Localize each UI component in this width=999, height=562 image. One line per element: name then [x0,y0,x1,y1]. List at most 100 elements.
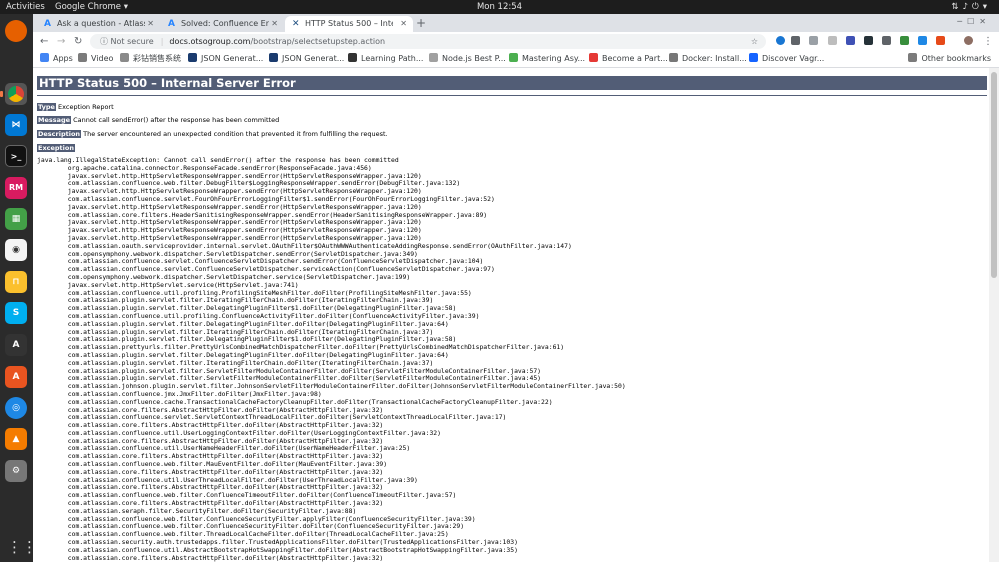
bookmark-docker[interactable]: Docker: Install... [669,51,747,67]
extension-icon[interactable] [882,36,891,45]
bookmark-become-partner[interactable]: Become a Part... [589,51,668,67]
page-icon [120,53,129,62]
bookmark-vagrant[interactable]: Discover Vagr... [749,51,824,67]
bookmark-label: JSON Generat... [282,54,345,63]
bookmark-nodejs[interactable]: Node.js Best P... [429,51,506,67]
description-value: The server encountered an unexpected con… [83,130,388,138]
extension-icon[interactable] [791,36,800,45]
bookmarks-bar: Apps Video 彩钻销售系统 JSON Generat... JSON G… [33,51,999,68]
window-controls[interactable]: ─☐✕ [957,17,991,26]
confluence-icon: ✕ [292,19,300,29]
bookmark-sales-system[interactable]: 彩钻销售系统 [120,51,181,67]
json-icon [188,53,197,62]
bookmark-json-generator-1[interactable]: JSON Generat... [188,51,263,67]
system-top-bar: Activities Google Chrome ▾ Mon 12:54 ⇅♪⏻… [0,0,999,14]
system-tray[interactable]: ⇅♪⏻▾ [951,0,991,14]
pinterest-icon [589,53,598,62]
url-path: /bootstrap/selectsetupstep.action [250,37,386,46]
stack-trace: java.lang.IllegalStateException: Cannot … [37,156,626,562]
bookmark-apps[interactable]: Apps [40,51,73,67]
atlassian-icon: A [168,19,175,29]
tab-ask-question[interactable]: A Ask a question - Atlassian ✕ [37,16,160,32]
bookmark-label: Discover Vagr... [762,54,825,63]
extension-icon[interactable] [776,36,785,45]
bookmark-label: Mastering Asy... [522,54,586,63]
skype-icon[interactable]: S [5,302,27,324]
forward-arrow-icon[interactable]: → [57,33,65,50]
message-value: Cannot call sendError() after the respon… [73,116,280,124]
bookmark-learning-path[interactable]: Learning Path... [348,51,423,67]
atlassian-icon: A [44,19,51,29]
bookmark-label: Learning Path... [361,54,424,63]
tab-title: Ask a question - Atlassian [57,19,145,28]
android-studio-icon[interactable]: A [5,334,27,356]
robomongo-icon[interactable]: RM [5,177,27,199]
bookmark-star-icon[interactable]: ☆ [751,34,758,49]
back-arrow-icon[interactable]: ← [40,33,48,50]
tab-http-status-500[interactable]: ✕ HTTP Status 500 – Internal ✕ [285,16,413,32]
exception-label: Exception [37,144,75,152]
extension-icon[interactable] [900,36,909,45]
bookmark-mastering-async[interactable]: Mastering Asy... [509,51,585,67]
extension-icon[interactable] [864,36,873,45]
page-title: HTTP Status 500 – Internal Server Error [37,76,987,90]
dock: ⋈ >_ RM ▦ ◉ ⊓ S A A ◎ ▲ ⚙ ⋮⋮⋮ [0,14,52,562]
bookmark-label: Docker: Install... [682,54,747,63]
new-tab-button[interactable]: + [416,16,426,31]
extension-icon[interactable] [936,36,945,45]
software-center-icon[interactable]: A [5,366,27,388]
show-applications-icon[interactable]: ⋮⋮⋮ [7,538,52,556]
tab-solved-confluence-error[interactable]: A Solved: Confluence Error ✕ [161,16,284,32]
json-icon [269,53,278,62]
menu-dots-icon[interactable]: ⋮ [983,33,993,50]
mastering-icon [509,53,518,62]
maximize-icon[interactable]: ☐ [967,17,979,26]
close-icon[interactable]: ✕ [147,16,154,32]
bookmark-video[interactable]: Video [78,51,113,67]
bookmark-label: 彩钻销售系统 [133,54,181,63]
app-menu[interactable]: Google Chrome ▾ [55,0,128,14]
tab-title: HTTP Status 500 – Internal [305,19,393,28]
activities-button[interactable]: Activities [6,0,45,14]
address-bar[interactable]: ⓘ Not secure | docs.otsogroup.com/bootstra… [90,34,766,49]
chrome-icon[interactable] [0,83,27,105]
page-scrollbar[interactable] [989,68,999,562]
extension-icon[interactable] [809,36,818,45]
security-label: Not secure [110,37,154,46]
browser-chrome: A Ask a question - Atlassian ✕ A Solved:… [33,14,999,68]
tab-strip: A Ask a question - Atlassian ✕ A Solved:… [33,14,999,32]
bookmark-label: Become a Part... [602,54,668,63]
vscode-icon[interactable]: ⋈ [5,114,27,136]
reload-icon[interactable]: ↻ [74,33,82,50]
separator: | [160,37,164,46]
terminal-icon[interactable]: >_ [5,145,27,167]
close-icon[interactable]: ✕ [979,17,991,26]
clock[interactable]: Mon 12:54 [477,2,522,12]
profile-avatar[interactable] [964,36,973,45]
disk-icon[interactable]: ◉ [5,239,27,261]
other-bookmarks[interactable]: Other bookmarks [908,51,991,67]
firefox-icon[interactable] [5,20,27,42]
folder-icon [78,53,87,62]
message-row: Message Cannot call sendError() after th… [37,116,279,124]
message-label: Message [37,116,72,124]
vlc-icon[interactable]: ▲ [5,428,27,450]
settings-icon[interactable]: ⚙ [5,460,27,482]
minimize-icon[interactable]: ─ [957,17,967,26]
spreadsheet-icon[interactable]: ▦ [5,208,27,230]
extension-icon[interactable] [918,36,927,45]
type-value: Exception Report [58,103,114,111]
extension-icon[interactable] [846,36,855,45]
chevron-down-icon: ▾ [982,2,991,12]
close-icon[interactable]: ✕ [271,16,278,32]
browser-toolbar: ← → ↻ ⓘ Not secure | docs.otsogroup.com/bo… [33,32,999,51]
power-icon: ⏻ [971,2,983,12]
type-row: Type Exception Report [37,103,114,111]
scrollbar-thumb[interactable] [991,72,997,278]
bookmark-json-generator-2[interactable]: JSON Generat... [269,51,344,67]
eclipse-icon[interactable]: ◎ [5,397,27,419]
info-icon[interactable]: ⓘ [100,37,108,46]
close-icon[interactable]: ✕ [400,16,407,32]
archive-icon[interactable]: ⊓ [5,271,27,293]
extension-icon[interactable] [828,36,837,45]
